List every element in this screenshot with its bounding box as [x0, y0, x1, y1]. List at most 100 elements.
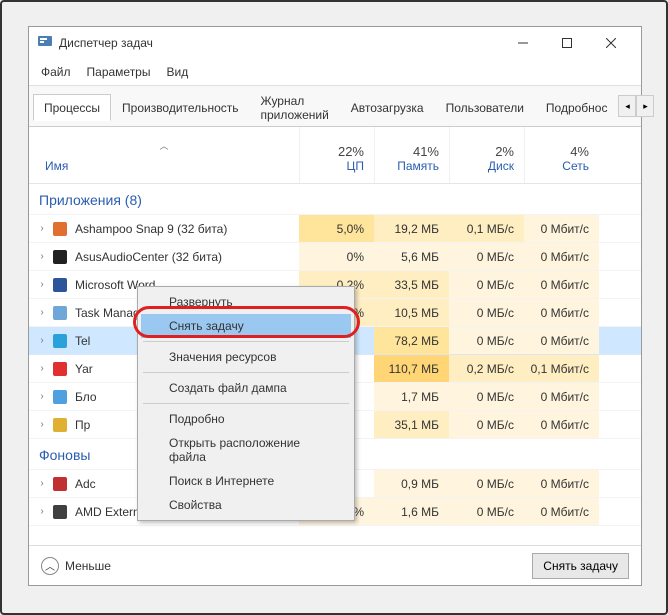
process-name: AsusAudioCenter (32 бита) [75, 250, 299, 264]
process-icon [51, 332, 69, 350]
app-icon [37, 33, 53, 54]
column-name[interactable]: Имя [37, 159, 291, 179]
cell-value: 5,0% [299, 215, 374, 242]
cell-value: 0 Мбит/с [524, 299, 599, 326]
process-icon [51, 360, 69, 378]
context-menu-item[interactable]: Поиск в Интернете [141, 469, 351, 493]
chevron-right-icon[interactable]: › [33, 391, 51, 402]
process-icon [51, 388, 69, 406]
separator [143, 372, 349, 373]
context-menu-item[interactable]: Значения ресурсов [141, 345, 351, 369]
chevron-right-icon[interactable]: › [33, 223, 51, 234]
separator [143, 403, 349, 404]
cell-value: 0,9 МБ [374, 470, 449, 497]
context-menu-item[interactable]: Снять задачу [141, 314, 351, 338]
tabs: Процессы Производительность Журнал прило… [29, 86, 641, 127]
context-menu-item[interactable]: Развернуть [141, 290, 351, 314]
process-name: Ashampoo Snap 9 (32 бита) [75, 222, 299, 236]
context-menu-item[interactable]: Свойства [141, 493, 351, 517]
group-applications[interactable]: Приложения (8) [29, 184, 641, 215]
menu-file[interactable]: Файл [33, 61, 79, 83]
cell-value: 0,1 Мбит/с [524, 355, 599, 382]
cell-value: 0 МБ/с [449, 299, 524, 326]
chevron-right-icon[interactable]: › [33, 478, 51, 489]
column-memory[interactable]: Память [379, 159, 439, 179]
tab-app-history[interactable]: Журнал приложений [250, 87, 340, 127]
cell-value: 0 МБ/с [449, 243, 524, 270]
cell-value: 35,1 МБ [374, 411, 449, 438]
cell-value: 0,2 МБ/с [449, 355, 524, 382]
chevron-up-icon: ︿ [41, 557, 59, 575]
column-network[interactable]: Сеть [529, 159, 589, 179]
cell-value: 0 Мбит/с [524, 383, 599, 410]
window-title: Диспетчер задач [59, 36, 501, 50]
chevron-right-icon[interactable]: › [33, 279, 51, 290]
context-menu-item[interactable]: Создать файл дампа [141, 376, 351, 400]
maximize-button[interactable] [545, 28, 589, 58]
chevron-right-icon[interactable]: › [33, 251, 51, 262]
tab-scroll-left[interactable]: ◂ [618, 95, 636, 117]
minimize-button[interactable] [501, 28, 545, 58]
tab-details[interactable]: Подробнос [535, 94, 619, 120]
process-icon [51, 248, 69, 266]
cell-value: 78,2 МБ [374, 327, 449, 354]
context-menu-item[interactable]: Подробно [141, 407, 351, 431]
menu-options[interactable]: Параметры [79, 61, 159, 83]
process-icon [51, 503, 69, 521]
cell-value: 0 Мбит/с [524, 271, 599, 298]
cell-value: 0 Мбит/с [524, 498, 599, 525]
cell-value: 0 Мбит/с [524, 215, 599, 242]
column-disk[interactable]: Диск [454, 159, 514, 179]
chevron-right-icon[interactable]: › [33, 419, 51, 430]
process-icon [51, 276, 69, 294]
tab-scroll-right[interactable]: ▸ [636, 95, 654, 117]
cpu-percent: 22% [304, 131, 364, 159]
cell-value: 19,2 МБ [374, 215, 449, 242]
cell-value: 10,5 МБ [374, 299, 449, 326]
menu-view[interactable]: Вид [158, 61, 196, 83]
cell-value: 1,6 МБ [374, 498, 449, 525]
cell-value: 0 МБ/с [449, 411, 524, 438]
context-menu: РазвернутьСнять задачу Значения ресурсов С… [137, 286, 355, 521]
tab-processes[interactable]: Процессы [33, 94, 111, 121]
cell-value: 0 МБ/с [449, 327, 524, 354]
tab-startup[interactable]: Автозагрузка [340, 94, 435, 120]
tab-users[interactable]: Пользователи [435, 94, 535, 120]
close-button[interactable] [589, 28, 633, 58]
chevron-right-icon[interactable]: › [33, 335, 51, 346]
disk-percent: 2% [454, 131, 514, 159]
table-row[interactable]: › AsusAudioCenter (32 бита)0%5,6 МБ0 МБ/… [29, 243, 641, 271]
separator [143, 341, 349, 342]
tab-performance[interactable]: Производительность [111, 94, 249, 120]
cell-value: 0 МБ/с [449, 498, 524, 525]
process-icon [51, 416, 69, 434]
chevron-right-icon[interactable]: › [33, 307, 51, 318]
process-icon [51, 304, 69, 322]
table-row[interactable]: › Ashampoo Snap 9 (32 бита)5,0%19,2 МБ0,… [29, 215, 641, 243]
cell-value: 0 МБ/с [449, 470, 524, 497]
chevron-right-icon[interactable]: › [33, 506, 51, 517]
context-menu-item[interactable]: Открыть расположение файла [141, 431, 351, 469]
end-task-button[interactable]: Снять задачу [532, 553, 629, 579]
fewer-details-button[interactable]: ︿ Меньше [41, 557, 111, 575]
cell-value: 1,7 МБ [374, 383, 449, 410]
titlebar[interactable]: Диспетчер задач [29, 27, 641, 59]
process-list: Приложения (8) › Ashampoo Snap 9 (32 бит… [29, 184, 641, 545]
cell-value: 5,6 МБ [374, 243, 449, 270]
process-icon [51, 220, 69, 238]
task-manager-window: Диспетчер задач Файл Параметры Вид Проце… [28, 26, 642, 586]
cell-value: 0 Мбит/с [524, 411, 599, 438]
menubar: Файл Параметры Вид [29, 59, 641, 86]
chevron-right-icon[interactable]: › [33, 363, 51, 374]
cell-value: 33,5 МБ [374, 271, 449, 298]
cell-value: 0 МБ/с [449, 271, 524, 298]
table-header: ︿ Имя 22% ЦП 41% Память 2% Диск 4% Сеть [29, 127, 641, 184]
memory-percent: 41% [379, 131, 439, 159]
process-icon [51, 475, 69, 493]
cell-value: 0,1 МБ/с [449, 215, 524, 242]
cell-value: 0% [299, 243, 374, 270]
sort-indicator[interactable]: ︿ [37, 131, 291, 159]
column-cpu[interactable]: ЦП [304, 159, 364, 179]
cell-value: 0 Мбит/с [524, 470, 599, 497]
cell-value: 0 Мбит/с [524, 327, 599, 354]
